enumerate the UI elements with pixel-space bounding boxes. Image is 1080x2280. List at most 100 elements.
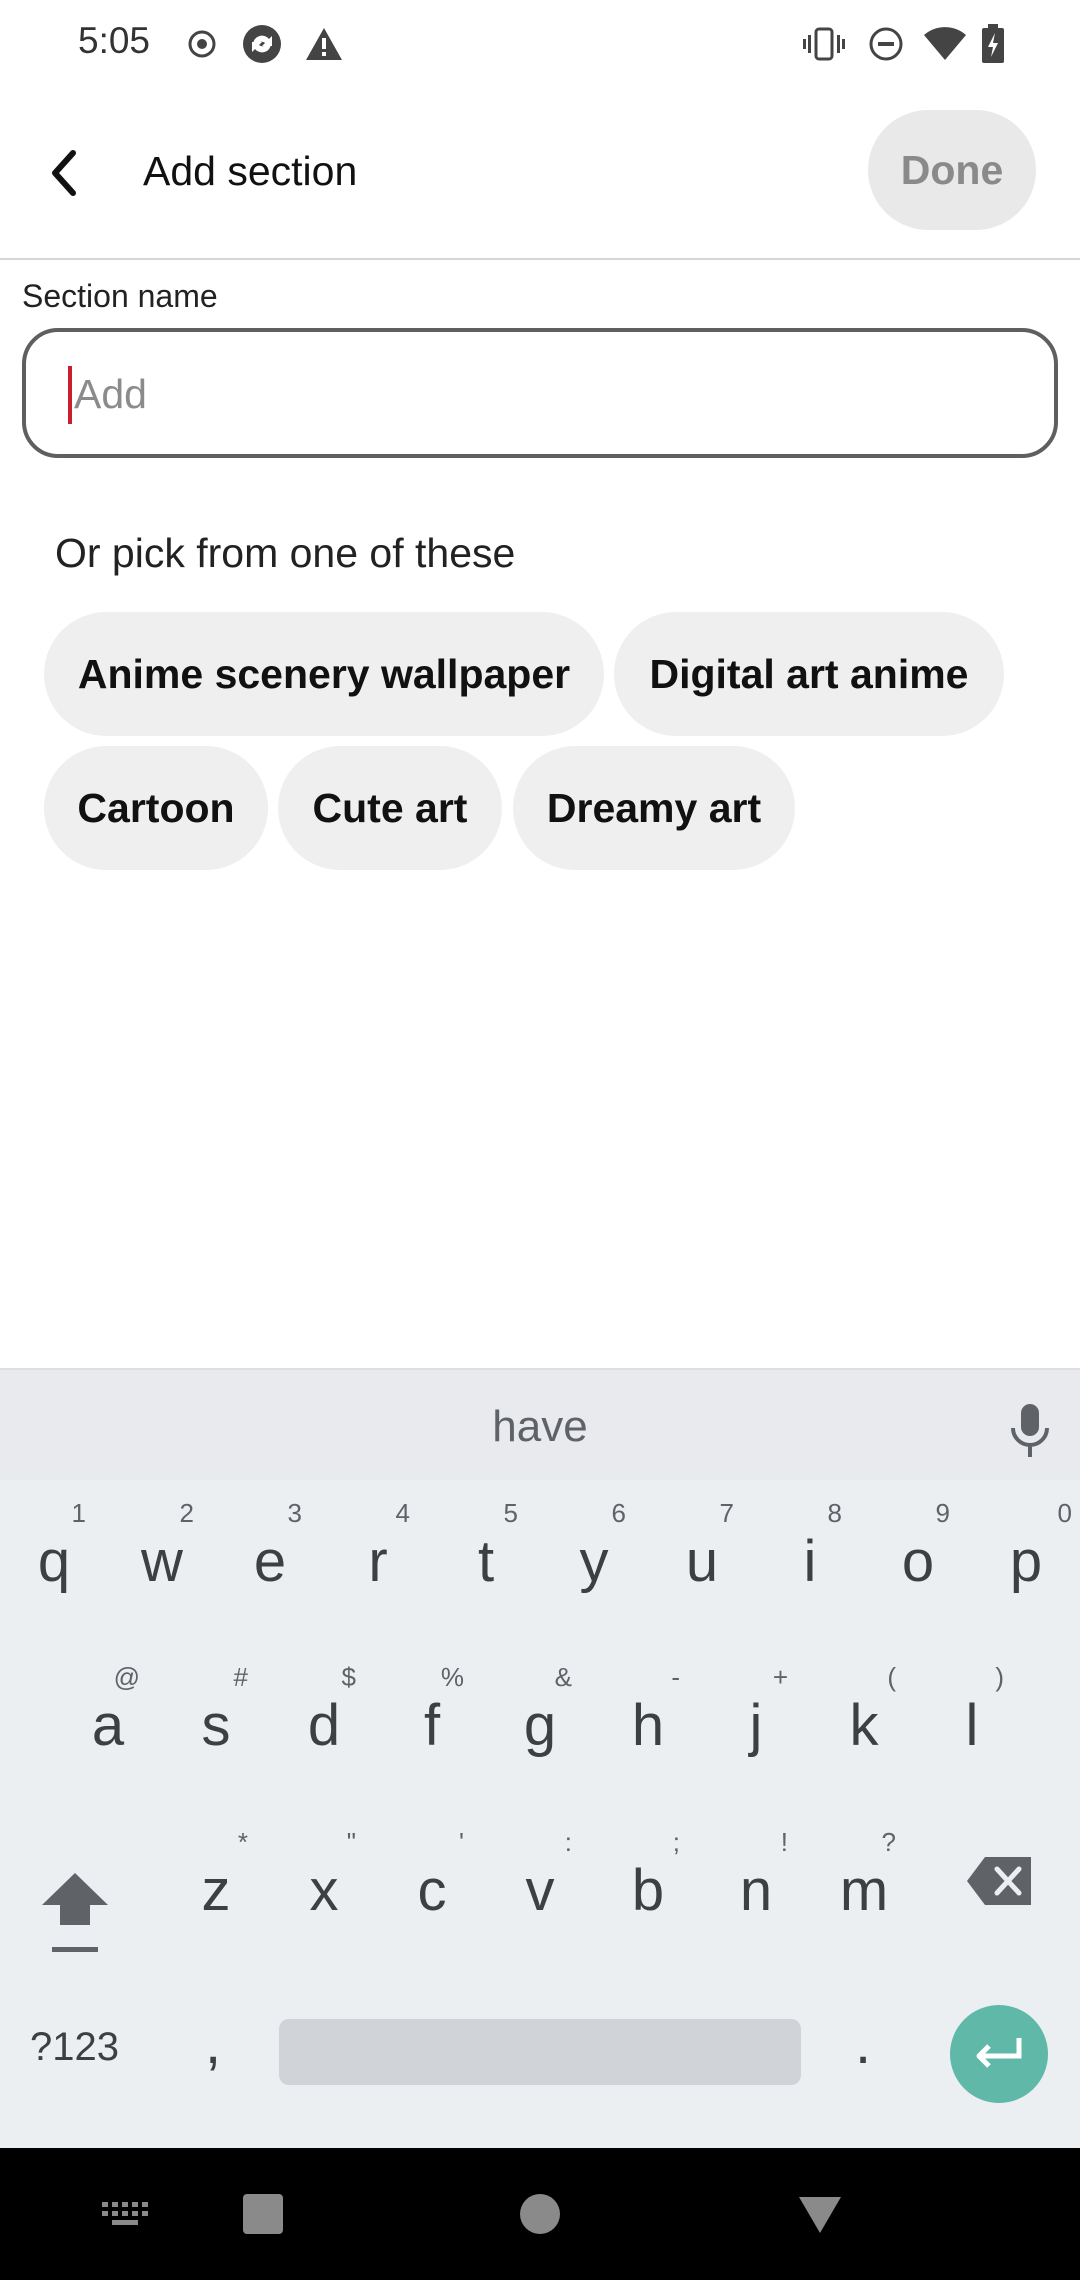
key-label: p xyxy=(1009,1528,1043,1594)
suggestion-chip[interactable]: Dreamy art xyxy=(513,746,795,870)
key-hint: # xyxy=(233,1662,248,1692)
key-hint: 1 xyxy=(71,1498,86,1528)
key-hint: * xyxy=(237,1827,248,1857)
key-hint: 0 xyxy=(1057,1498,1072,1528)
key-hint: + xyxy=(772,1662,788,1692)
key-hint: @ xyxy=(113,1662,140,1692)
key-hint: % xyxy=(440,1662,464,1692)
key-label: k xyxy=(849,1692,879,1758)
enter-key[interactable] xyxy=(950,2005,1048,2103)
key-b[interactable]: b; xyxy=(598,1815,698,1965)
symbols-key[interactable]: ?123 xyxy=(30,2025,119,2070)
key-f[interactable]: f% xyxy=(382,1650,482,1800)
key-label: j xyxy=(749,1692,763,1758)
key-g[interactable]: g & xyxy=(490,1650,590,1800)
key-i[interactable]: i8 xyxy=(760,1486,860,1636)
key-u[interactable]: u7 xyxy=(652,1486,752,1636)
key-label: x xyxy=(309,1857,339,1923)
battery-icon xyxy=(978,22,1008,66)
section-name-field[interactable] xyxy=(22,328,1058,458)
key-s[interactable]: s # xyxy=(166,1650,266,1800)
keyboard-switch-icon[interactable] xyxy=(95,2148,155,2280)
back-arrow-icon xyxy=(52,150,76,196)
shift-key[interactable] xyxy=(30,1855,120,1965)
suggestion-strip: have xyxy=(0,1370,1080,1480)
key-q[interactable]: q1 xyxy=(4,1486,104,1636)
key-label: h xyxy=(631,1692,665,1758)
period-key[interactable]: . xyxy=(855,2010,871,2077)
section-name-input[interactable] xyxy=(74,352,1014,436)
key-c[interactable]: c ' xyxy=(382,1815,482,1965)
key-hint: 8 xyxy=(827,1498,842,1528)
suggestion-chip[interactable]: Cartoon xyxy=(44,746,268,870)
comma-key[interactable]: , xyxy=(205,2010,221,2077)
status-bar: 5:05 xyxy=(0,0,1080,88)
section-name-label: Section name xyxy=(22,278,218,314)
key-label: q xyxy=(37,1528,71,1594)
suggestion-chip[interactable]: Digital art anime xyxy=(614,612,1004,736)
key-label: g xyxy=(523,1692,557,1758)
do-not-disturb-icon xyxy=(866,22,906,66)
key-hint: 3 xyxy=(287,1498,302,1528)
key-hint: 5 xyxy=(503,1498,518,1528)
backspace-icon xyxy=(967,1857,1031,1905)
key-hint: 6 xyxy=(611,1498,626,1528)
space-key[interactable] xyxy=(279,2019,801,2085)
key-z[interactable]: z * xyxy=(166,1815,266,1965)
back-nav-icon[interactable] xyxy=(792,2148,848,2280)
wifi-icon xyxy=(922,22,968,66)
key-j[interactable]: j + xyxy=(706,1650,806,1800)
page-title: Add section xyxy=(143,148,358,194)
key-l[interactable]: l) xyxy=(922,1650,1022,1800)
key-v[interactable]: v: xyxy=(490,1815,590,1965)
key-o[interactable]: o9 xyxy=(868,1486,968,1636)
key-label: n xyxy=(739,1857,773,1923)
key-hint: 2 xyxy=(179,1498,194,1528)
key-hint: ' xyxy=(459,1827,464,1857)
key-t[interactable]: t5 xyxy=(436,1486,536,1636)
key-x[interactable]: x " xyxy=(274,1815,374,1965)
key-e[interactable]: e3 xyxy=(220,1486,320,1636)
key-hint: " xyxy=(346,1827,356,1857)
navigation-bar xyxy=(0,2148,1080,2280)
back-button[interactable] xyxy=(30,138,100,208)
radio-icon xyxy=(185,22,219,66)
key-hint: ! xyxy=(780,1827,788,1857)
key-p[interactable]: p0 xyxy=(976,1486,1076,1636)
recents-icon[interactable] xyxy=(235,2148,290,2280)
key-label: m xyxy=(839,1857,889,1923)
home-icon[interactable] xyxy=(515,2148,565,2280)
key-label: d xyxy=(307,1692,341,1758)
key-label: l xyxy=(965,1692,979,1758)
app-header: Add section Done xyxy=(0,88,1080,260)
key-label: t xyxy=(477,1528,495,1594)
key-n[interactable]: n! xyxy=(706,1815,806,1965)
key-r[interactable]: r4 xyxy=(328,1486,428,1636)
key-hint: : xyxy=(564,1827,572,1857)
key-label: z xyxy=(201,1857,231,1923)
key-m[interactable]: m? xyxy=(814,1815,914,1965)
key-label: a xyxy=(91,1692,125,1758)
sync-icon xyxy=(240,22,284,66)
key-hint: $ xyxy=(341,1662,356,1692)
backspace-key[interactable] xyxy=(965,1855,1045,1915)
key-y[interactable]: y6 xyxy=(544,1486,644,1636)
done-button[interactable]: Done xyxy=(868,110,1036,230)
key-hint: ) xyxy=(995,1662,1004,1692)
text-cursor xyxy=(68,366,72,424)
key-hint: & xyxy=(554,1662,572,1692)
key-d[interactable]: d $ xyxy=(274,1650,374,1800)
key-w[interactable]: w2 xyxy=(112,1486,212,1636)
key-k[interactable]: k( xyxy=(814,1650,914,1800)
word-suggestion[interactable]: have xyxy=(0,1402,1080,1452)
suggestion-chip[interactable]: Cute art xyxy=(278,746,502,870)
suggestion-chip[interactable]: Anime scenery wallpaper xyxy=(44,612,604,736)
key-a[interactable]: a @ xyxy=(58,1650,158,1800)
key-label: w xyxy=(141,1528,183,1594)
key-label: r xyxy=(368,1528,388,1594)
key-label: y xyxy=(579,1528,609,1594)
key-h[interactable]: h- xyxy=(598,1650,698,1800)
microphone-icon[interactable] xyxy=(1005,1400,1055,1460)
key-label: c xyxy=(417,1857,447,1923)
key-label: f xyxy=(423,1692,441,1758)
